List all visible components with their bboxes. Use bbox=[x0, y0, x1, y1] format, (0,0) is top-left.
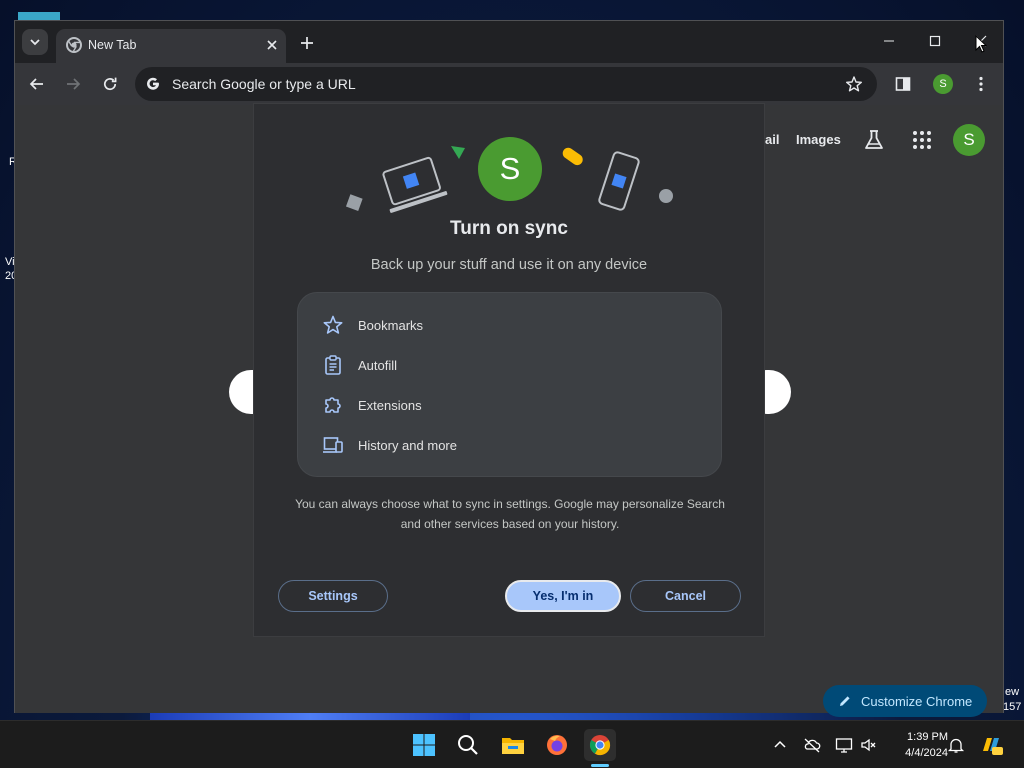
phone-icon bbox=[598, 151, 640, 211]
circle-shape bbox=[659, 189, 673, 203]
dialog-subtitle: Back up your stuff and use it on any dev… bbox=[370, 257, 648, 273]
apps-grid-icon[interactable] bbox=[909, 127, 935, 153]
feature-item-bookmarks: Bookmarks bbox=[322, 313, 423, 337]
maximize-icon[interactable] bbox=[923, 31, 947, 51]
windows-taskbar: 1:39 PM 4/4/2024 bbox=[0, 720, 1024, 768]
pencil-icon bbox=[840, 696, 850, 706]
google-g-icon bbox=[147, 77, 159, 90]
firefox-icon bbox=[547, 735, 567, 755]
forward-arrow-icon[interactable] bbox=[63, 74, 83, 94]
feature-label: Autofill bbox=[358, 357, 398, 373]
gmail-link[interactable]: ail bbox=[765, 132, 779, 147]
sync-disclaimer: You can always choose what to sync in se… bbox=[295, 497, 725, 531]
desktop-text-fragment: ew bbox=[1005, 686, 1020, 698]
feature-item-history: History and more bbox=[322, 433, 457, 457]
feature-label: Extensions bbox=[358, 397, 422, 413]
sync-dialog: S Turn on sync Back up your stuff and us… bbox=[253, 103, 765, 637]
clipboard-icon bbox=[325, 355, 341, 375]
feature-label: History and more bbox=[358, 437, 457, 453]
clock-date: 4/4/2024 bbox=[905, 747, 948, 759]
display-icon[interactable] bbox=[835, 736, 853, 754]
search-icon bbox=[458, 735, 478, 755]
tab-strip: New Tab bbox=[15, 21, 1003, 63]
address-bar[interactable]: Search Google or type a URL bbox=[135, 67, 877, 101]
clock-time: 1:39 PM bbox=[907, 731, 948, 743]
minimize-icon[interactable] bbox=[877, 31, 901, 51]
star-icon bbox=[323, 315, 343, 334]
chrome-icon bbox=[589, 735, 611, 756]
address-bar-placeholder: Search Google or type a URL bbox=[172, 76, 356, 92]
labs-flask-icon[interactable] bbox=[861, 127, 887, 153]
active-app-indicator bbox=[591, 764, 609, 767]
onedrive-icon[interactable] bbox=[803, 736, 821, 754]
pill-shape bbox=[562, 147, 583, 166]
start-icon bbox=[413, 734, 435, 756]
profile-button[interactable]: S bbox=[933, 74, 953, 94]
mouse-cursor-icon bbox=[975, 35, 987, 53]
file-explorer-icon bbox=[502, 738, 524, 754]
feature-item-autofill: Autofill bbox=[322, 353, 397, 377]
reload-icon[interactable] bbox=[100, 74, 120, 94]
account-avatar[interactable]: S bbox=[953, 124, 985, 156]
dialog-title: Turn on sync bbox=[450, 218, 568, 239]
system-clock[interactable]: 1:39 PM 4/4/2024 bbox=[884, 729, 948, 761]
more-options-icon[interactable] bbox=[971, 74, 991, 94]
file-explorer-button[interactable] bbox=[497, 729, 529, 761]
images-link[interactable]: Images bbox=[796, 132, 841, 147]
customize-chrome-label: Customize Chrome bbox=[861, 693, 973, 709]
bell-icon[interactable] bbox=[947, 736, 965, 754]
yes-im-in-button[interactable]: Yes, I'm in bbox=[505, 580, 621, 612]
desktop-text-fragment: 157 bbox=[1003, 701, 1022, 713]
laptop-icon bbox=[382, 156, 448, 213]
plus-icon[interactable] bbox=[297, 33, 317, 53]
settings-button[interactable]: Settings bbox=[278, 580, 388, 612]
back-arrow-icon[interactable] bbox=[27, 74, 47, 94]
taskbar-search-button[interactable] bbox=[452, 729, 484, 761]
cancel-button[interactable]: Cancel bbox=[630, 580, 741, 612]
bookmark-star-icon[interactable] bbox=[845, 75, 863, 93]
toolbar: Search Google or type a URL S bbox=[15, 63, 1003, 105]
feature-item-extensions: Extensions bbox=[322, 393, 422, 417]
chrome-taskbar-button[interactable] bbox=[584, 729, 616, 761]
sync-feature-list: Bookmarks Autofill Extensions History an… bbox=[297, 292, 722, 477]
firefox-button[interactable] bbox=[541, 729, 573, 761]
tab-new-tab[interactable]: New Tab bbox=[56, 29, 286, 63]
copilot-icon[interactable] bbox=[980, 733, 1004, 757]
diamond-shape bbox=[345, 194, 363, 211]
close-icon[interactable] bbox=[264, 37, 280, 53]
start-button[interactable] bbox=[408, 729, 440, 761]
volume-icon[interactable] bbox=[860, 736, 878, 754]
triangle-shape bbox=[451, 146, 465, 159]
feature-label: Bookmarks bbox=[358, 317, 424, 333]
chevron-up-icon[interactable] bbox=[771, 736, 789, 754]
sync-avatar: S bbox=[478, 137, 542, 201]
chrome-favicon-icon bbox=[66, 37, 82, 53]
tab-search-button[interactable] bbox=[22, 29, 48, 55]
chevron-down-icon bbox=[30, 39, 40, 46]
desktop-item-sliver bbox=[18, 12, 60, 20]
side-panel-icon[interactable] bbox=[893, 74, 913, 94]
devices-icon bbox=[323, 437, 343, 453]
puzzle-icon bbox=[325, 397, 341, 413]
customize-chrome-button[interactable]: Customize Chrome bbox=[823, 685, 987, 717]
tab-title: New Tab bbox=[88, 38, 137, 52]
